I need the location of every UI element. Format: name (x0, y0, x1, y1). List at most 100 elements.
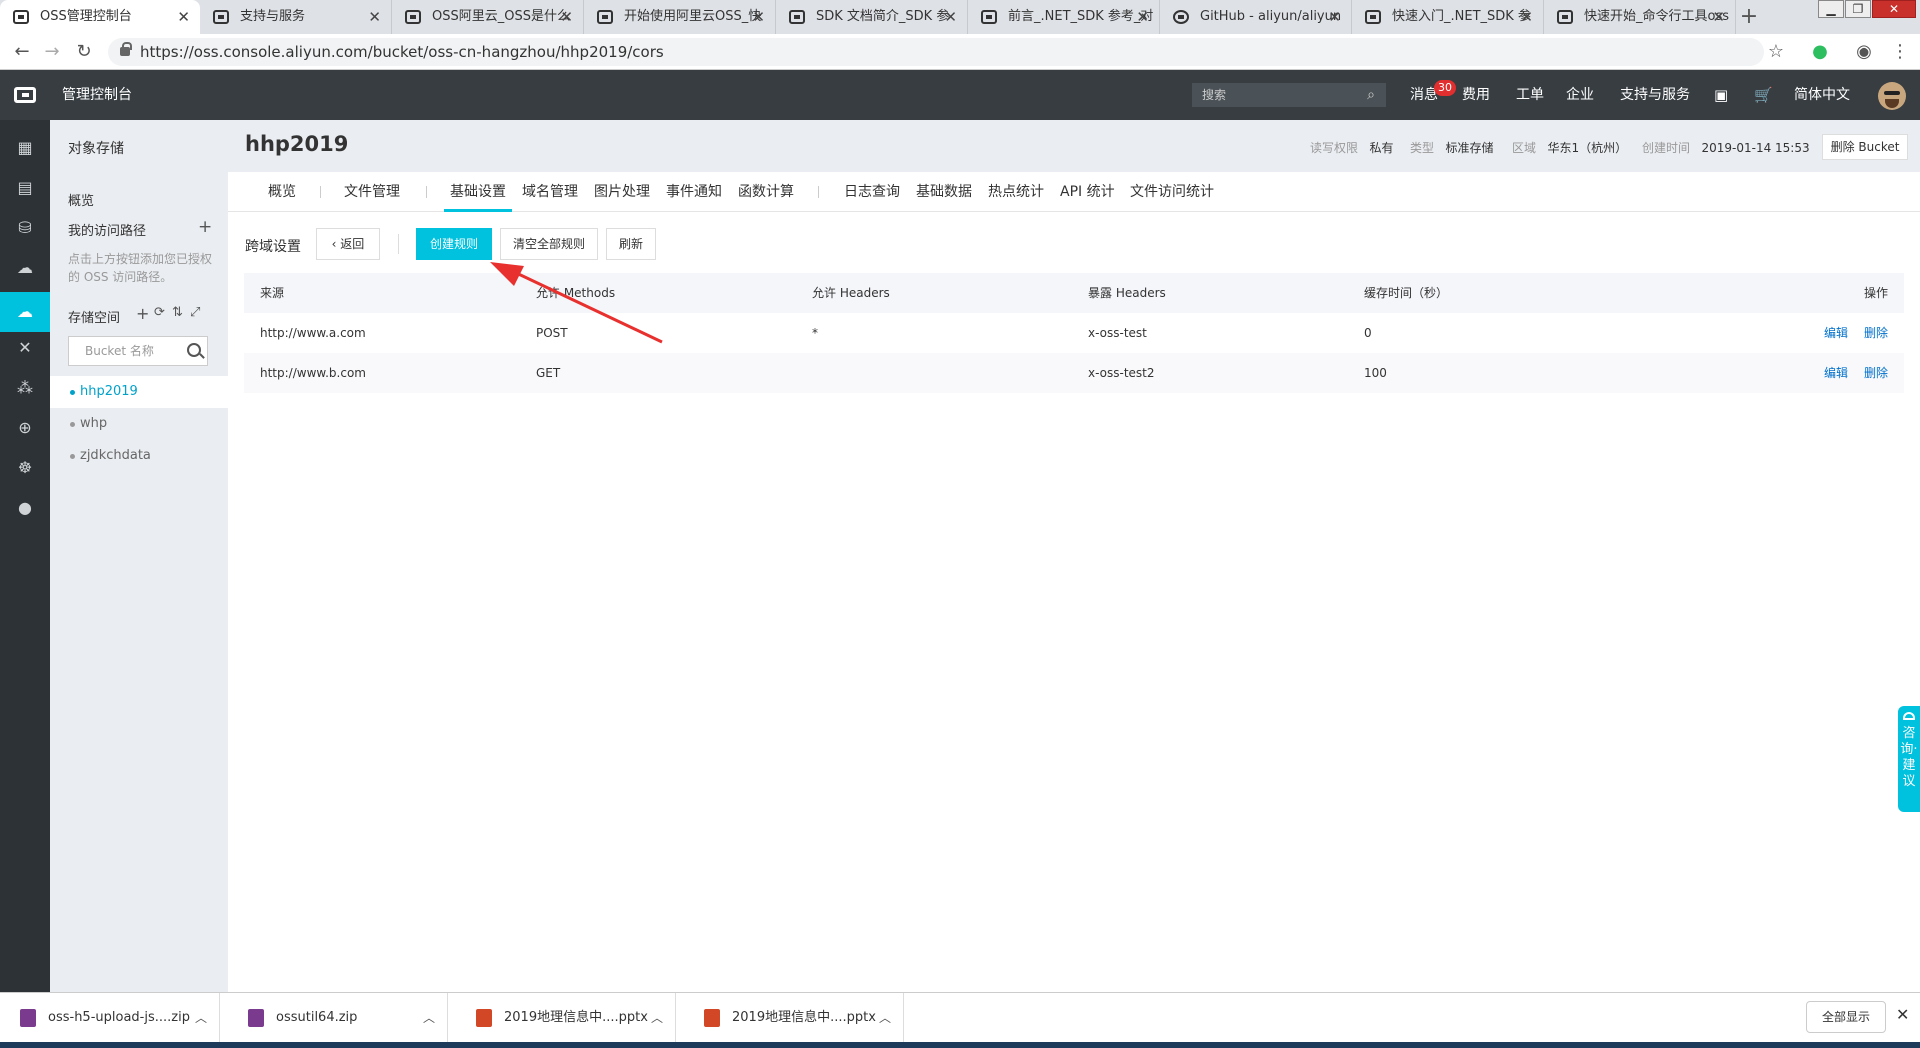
close-icon[interactable]: ✕ (1136, 0, 1149, 34)
window-close-icon[interactable]: ✕ (1872, 0, 1916, 18)
evernote-extension-icon[interactable]: ● (1808, 40, 1832, 64)
lock-icon (120, 42, 132, 56)
bucket-item-hhp2019[interactable]: hhp2019 (50, 376, 228, 408)
back-button[interactable]: ‹ 返回 (316, 228, 380, 260)
browser-tab[interactable]: 支持与服务 ✕ (200, 0, 392, 34)
grid-icon[interactable]: ▦ (15, 138, 35, 158)
edit-rule-link[interactable]: 编辑 (1824, 313, 1848, 353)
tab-api-stats[interactable]: API 统计 (1060, 172, 1115, 212)
bucket-item-zjdkchdata[interactable]: zjdkchdata (50, 440, 228, 472)
sort-icon[interactable]: ⇅ (172, 305, 183, 320)
delete-rule-link[interactable]: 删除 (1864, 353, 1888, 393)
download-item[interactable]: ossutil64.zip ︿ (228, 993, 448, 1043)
add-bucket-icon[interactable]: + (136, 304, 149, 323)
chevron-up-icon[interactable]: ︿ (195, 993, 207, 1043)
terminal-icon[interactable]: ▣ (1714, 70, 1728, 120)
close-icon[interactable]: ✕ (1328, 0, 1341, 34)
close-icon[interactable]: ✕ (1712, 0, 1725, 34)
close-icon[interactable]: ✕ (368, 0, 381, 34)
browser-tab[interactable]: OSS阿里云_OSS是什么 ✕ (392, 0, 584, 34)
nav-enterprise[interactable]: 企业 (1566, 70, 1594, 120)
tab-event-notification[interactable]: 事件通知 (666, 172, 722, 212)
nav-support[interactable]: 支持与服务 (1620, 70, 1690, 120)
network-icon[interactable]: ✕ (15, 338, 35, 358)
page-title: hhp2019 (245, 132, 349, 156)
close-icon[interactable]: ✕ (944, 0, 957, 34)
annotation-arrow-head (490, 262, 524, 286)
search-icon[interactable] (187, 343, 201, 357)
download-item[interactable]: oss-h5-upload-js....zip ︿ (0, 993, 220, 1043)
add-path-icon[interactable]: + (198, 217, 212, 237)
close-icon[interactable]: ✕ (560, 0, 573, 34)
sidebar-item-overview[interactable]: 概览 (68, 190, 94, 209)
docker-icon[interactable]: ☸ (15, 458, 35, 478)
circle-icon[interactable]: ● (15, 498, 35, 518)
account-icon[interactable]: ◉ (1852, 40, 1876, 64)
refresh-button[interactable]: 刷新 (606, 228, 656, 260)
language-select[interactable]: 简体中文 (1794, 70, 1850, 120)
tab-basic-settings[interactable]: 基础设置 (444, 172, 512, 212)
delete-bucket-button[interactable]: 删除 Bucket (1822, 134, 1908, 160)
browser-tab[interactable]: 快速开始_命令行工具oss ✕ (1544, 0, 1736, 34)
browser-tab[interactable]: 前言_.NET_SDK 参考_对 ✕ (968, 0, 1160, 34)
cart-icon[interactable]: 🛒 (1754, 70, 1773, 120)
tab-function-compute[interactable]: 函数计算 (738, 172, 794, 212)
server-icon[interactable]: ▤ (15, 178, 35, 198)
star-icon[interactable]: ☆ (1764, 40, 1788, 64)
tab-image-processing[interactable]: 图片处理 (594, 172, 650, 212)
tab-basic-data[interactable]: 基础数据 (916, 172, 972, 212)
database-icon[interactable]: ⛁ (15, 218, 35, 238)
tab-files[interactable]: 文件管理 (344, 172, 400, 212)
maximize-icon[interactable]: ❐ (1845, 0, 1871, 18)
edit-rule-link[interactable]: 编辑 (1824, 353, 1848, 393)
avatar[interactable] (1878, 82, 1906, 110)
menu-dots-icon[interactable]: ⋮ (1888, 40, 1912, 64)
bucket-item-whp[interactable]: whp (50, 408, 228, 440)
cluster-icon[interactable]: ⁂ (15, 378, 35, 398)
close-icon[interactable]: ✕ (752, 0, 765, 34)
tab-overview[interactable]: 概览 (268, 172, 296, 212)
forward-arrow-icon[interactable]: → (40, 40, 64, 64)
new-tab-icon[interactable]: + (1736, 4, 1762, 30)
browser-tab[interactable]: SDK 文档简介_SDK 参 ✕ (776, 0, 968, 34)
tab-file-access-stats[interactable]: 文件访问统计 (1130, 172, 1214, 212)
search-icon[interactable]: ⌕ (1356, 83, 1386, 107)
create-rule-button[interactable]: 创建规则 (416, 228, 492, 260)
download-item[interactable]: 2019地理信息中....pptx ︿ (456, 993, 676, 1043)
oss-cloud-icon[interactable]: ☁ (0, 292, 50, 332)
download-item[interactable]: 2019地理信息中....pptx ︿ (684, 993, 904, 1043)
url-input[interactable]: https://oss.console.aliyun.com/bucket/os… (108, 38, 1764, 66)
aliyun-logo-icon[interactable] (14, 87, 36, 103)
browser-tab[interactable]: GitHub - aliyun/aliyun ✕ (1160, 0, 1352, 34)
delete-rule-link[interactable]: 删除 (1864, 313, 1888, 353)
messages-link[interactable]: 消息 (1410, 70, 1438, 120)
bucket-search-input[interactable]: Bucket 名称 (68, 336, 208, 366)
chevron-up-icon[interactable]: ︿ (879, 993, 891, 1043)
refresh-icon[interactable]: ⟳ (154, 305, 165, 320)
nav-billing[interactable]: 费用 (1462, 70, 1490, 120)
minimize-icon[interactable]: ▁ (1818, 0, 1844, 18)
browser-tab[interactable]: OSS管理控制台 ✕ (0, 0, 200, 34)
tab-log-query[interactable]: 日志查询 (844, 172, 900, 212)
globe-icon[interactable]: ⊕ (15, 418, 35, 438)
column-header: 来源 (260, 286, 285, 300)
reload-icon[interactable]: ↻ (72, 40, 96, 64)
close-icon[interactable]: ✕ (1520, 0, 1533, 34)
browser-tab[interactable]: 开始使用阿里云OSS_快 ✕ (584, 0, 776, 34)
back-arrow-icon[interactable]: ← (10, 40, 34, 64)
chevron-up-icon[interactable]: ︿ (651, 993, 663, 1043)
tab-domains[interactable]: 域名管理 (522, 172, 578, 212)
tab-hotspot[interactable]: 热点统计 (988, 172, 1044, 212)
expand-icon[interactable]: ⤢ (190, 305, 200, 320)
close-icon[interactable]: ✕ (1896, 1005, 1909, 1024)
show-all-downloads-button[interactable]: 全部显示 (1806, 1001, 1886, 1033)
console-brand[interactable]: 管理控制台 (62, 70, 132, 120)
browser-tab[interactable]: 快速入门_.NET_SDK 参 ✕ (1352, 0, 1544, 34)
feedback-tab[interactable]: 咨询·建议 (1898, 706, 1920, 812)
chevron-up-icon[interactable]: ︿ (423, 993, 435, 1043)
nav-tickets[interactable]: 工单 (1516, 70, 1544, 120)
clear-rules-button[interactable]: 清空全部规则 (500, 228, 598, 260)
access-path-hint: 点击上方按钮添加您已授权的 OSS 访问路径。 (68, 252, 213, 284)
cloud-icon[interactable]: ☁ (15, 258, 35, 278)
close-icon[interactable]: ✕ (177, 0, 190, 34)
